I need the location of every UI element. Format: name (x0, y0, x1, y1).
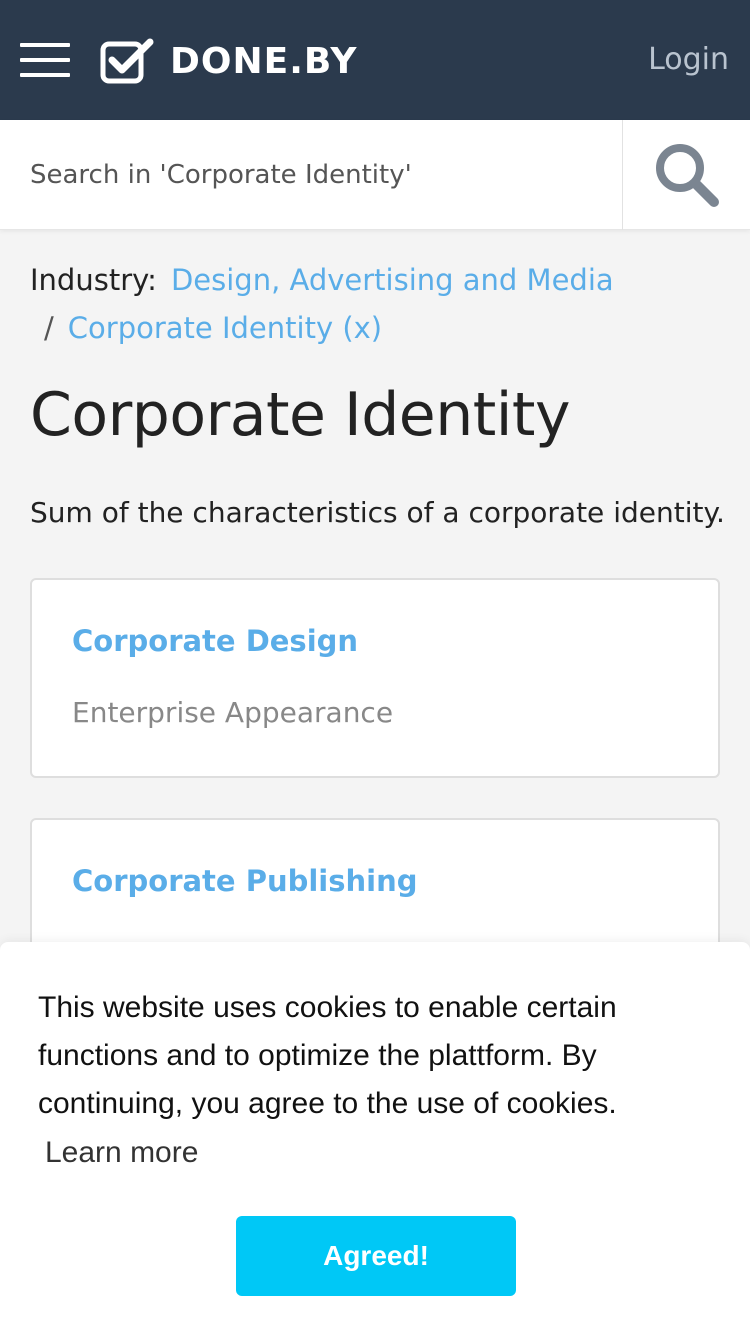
breadcrumb-label: Industry: (30, 263, 157, 297)
card-title[interactable]: Corporate Publishing (72, 864, 417, 898)
search-icon (655, 144, 719, 207)
card-title[interactable]: Corporate Design (72, 624, 358, 658)
hamburger-menu-icon[interactable] (20, 43, 70, 77)
breadcrumb-link-design-advertising-media[interactable]: Design, Advertising and Media (171, 263, 614, 297)
search-input[interactable] (0, 120, 622, 230)
top-header: DONE.BY Login (0, 0, 750, 120)
search-button[interactable] (622, 120, 750, 230)
page-title: Corporate Identity (30, 380, 570, 450)
logo-text: DONE.BY (170, 40, 358, 82)
agree-cookies-button[interactable]: Agreed! (236, 1216, 516, 1296)
search-bar (0, 120, 750, 230)
login-link[interactable]: Login (648, 42, 729, 77)
breadcrumb-link-corporate-identity[interactable]: Corporate Identity (x) (68, 311, 382, 345)
page-description: Sum of the characteristics of a corporat… (30, 496, 725, 529)
breadcrumb-separator: / (44, 311, 54, 345)
category-card-corporate-design[interactable]: Corporate Design Enterprise Appearance (30, 578, 720, 778)
card-subtitle: Enterprise Appearance (72, 696, 394, 729)
breadcrumb: Industry: Design, Advertising and Media /… (30, 256, 720, 352)
cookie-banner: This website uses cookies to enable cert… (0, 942, 750, 1334)
cookie-message: This website uses cookies to enable cert… (38, 991, 617, 1120)
learn-more-link[interactable]: Learn more (45, 1136, 198, 1170)
site-logo[interactable]: DONE.BY (100, 38, 357, 84)
checkbox-icon (100, 38, 154, 84)
